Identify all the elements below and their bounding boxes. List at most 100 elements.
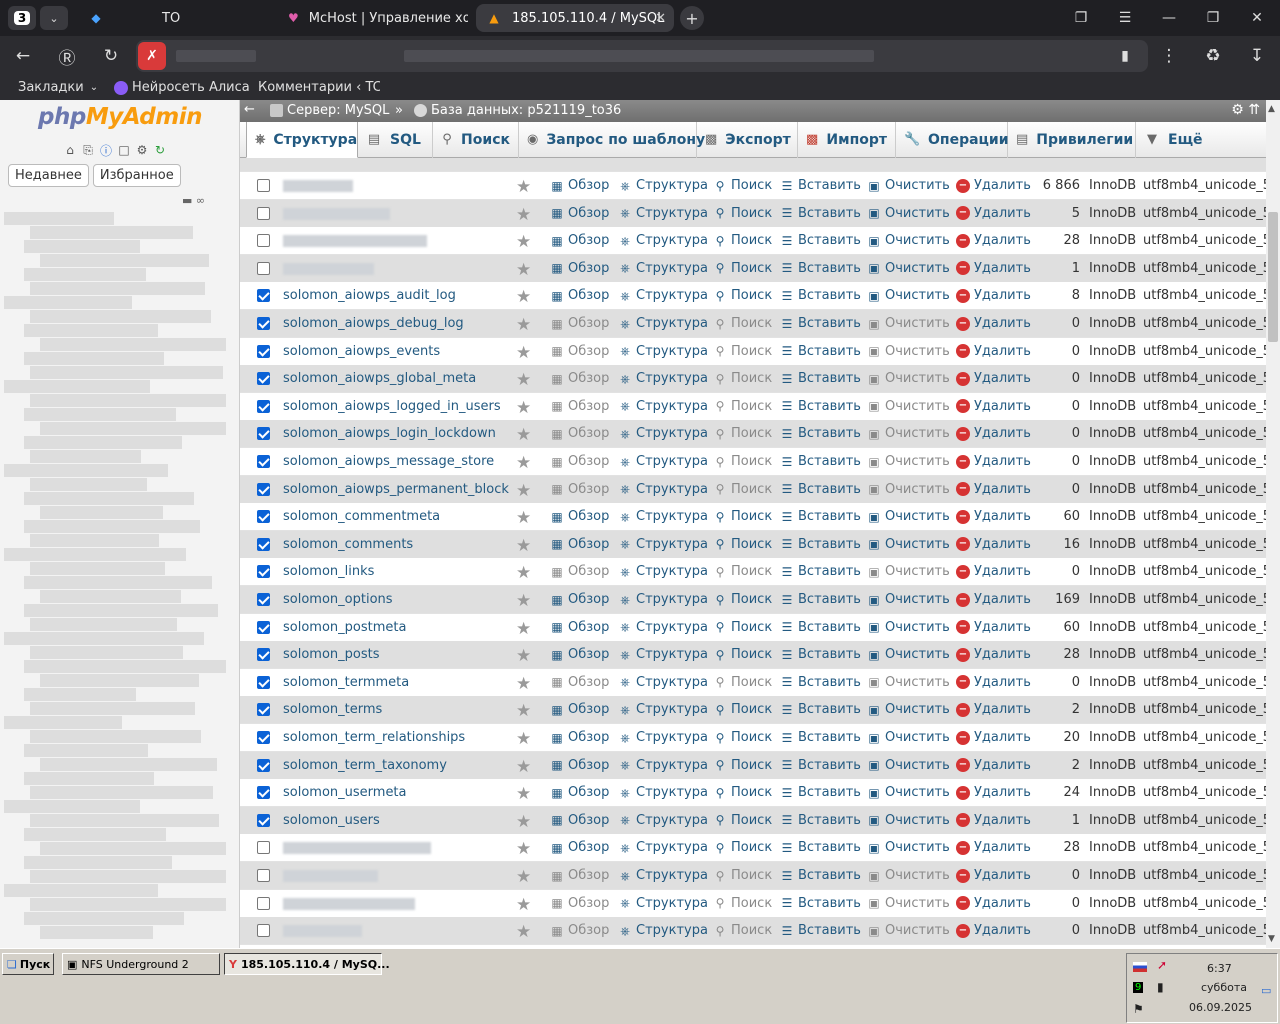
structure-action[interactable]: ⎈ Структура xyxy=(618,730,708,745)
favorite-star-icon[interactable]: ★ xyxy=(516,508,531,528)
close-window-icon[interactable]: ✕ xyxy=(1242,6,1272,30)
empty-action[interactable]: ▣ Очистить xyxy=(867,592,949,607)
favorites-button[interactable]: Избранное xyxy=(92,164,181,187)
favorite-star-icon[interactable]: ★ xyxy=(516,232,531,252)
browse-action[interactable]: ▦ Обзор xyxy=(550,454,609,469)
browse-action[interactable]: ▦ Обзор xyxy=(550,813,609,828)
favorite-star-icon[interactable]: ★ xyxy=(516,343,531,363)
structure-action[interactable]: ⎈ Структура xyxy=(618,896,708,911)
search-action[interactable]: ⚲ Поиск xyxy=(713,868,773,883)
structure-action[interactable]: ⎈ Структура xyxy=(618,537,708,552)
drop-action[interactable]: − Удалить xyxy=(956,426,1031,441)
language-flag-icon[interactable] xyxy=(1133,962,1147,972)
table-name[interactable]: solomon_term_relationships xyxy=(283,730,465,745)
search-action[interactable]: ⚲ Поиск xyxy=(713,178,773,193)
browse-action[interactable]: ▦ Обзор xyxy=(550,509,609,524)
favorite-star-icon[interactable]: ★ xyxy=(516,370,531,390)
drop-action[interactable]: − Удалить xyxy=(956,840,1031,855)
search-action[interactable]: ⚲ Поиск xyxy=(713,233,773,248)
favorite-star-icon[interactable]: ★ xyxy=(516,867,531,887)
taskbar-window-browser[interactable]: Y 185.105.110.4 / MySQ... xyxy=(224,953,390,975)
table-name[interactable] xyxy=(283,262,374,275)
browse-action[interactable]: ▦ Обзор xyxy=(550,178,609,193)
insert-action[interactable]: ☰ Вставить xyxy=(780,206,861,221)
table-name[interactable]: solomon_users xyxy=(283,813,380,828)
insert-action[interactable]: ☰ Вставить xyxy=(780,344,861,359)
breadcrumb-server[interactable]: Сервер: MySQL xyxy=(270,103,389,118)
new-tab-button[interactable]: + xyxy=(680,6,704,30)
table-checkbox[interactable] xyxy=(257,786,270,800)
empty-action[interactable]: ▣ Очистить xyxy=(867,316,949,331)
table-name[interactable]: solomon_aiowps_logged_in_users xyxy=(283,399,501,414)
browse-action[interactable]: ▦ Обзор xyxy=(550,923,609,938)
drop-action[interactable]: − Удалить xyxy=(956,620,1031,635)
drop-action[interactable]: − Удалить xyxy=(956,758,1031,773)
scrollbar-thumb[interactable] xyxy=(1268,212,1278,342)
network-icon[interactable]: 9 xyxy=(1133,982,1144,993)
app-tray-icon[interactable]: ➚ xyxy=(1157,958,1167,972)
tab-operations[interactable]: 🔧 Операции xyxy=(896,122,1009,158)
tab-query[interactable]: ◉ Запрос по шаблону xyxy=(519,122,705,158)
table-checkbox[interactable] xyxy=(257,537,270,551)
structure-action[interactable]: ⎈ Структура xyxy=(618,509,708,524)
structure-action[interactable]: ⎈ Структура xyxy=(618,564,708,579)
search-action[interactable]: ⚲ Поиск xyxy=(713,399,773,414)
download-icon[interactable]: ↧ xyxy=(1244,44,1270,68)
menu-icon[interactable]: ☰ xyxy=(1110,6,1140,30)
insert-action[interactable]: ☰ Вставить xyxy=(780,288,861,303)
search-action[interactable]: ⚲ Поиск xyxy=(713,592,773,607)
favorite-star-icon[interactable]: ★ xyxy=(516,646,531,666)
table-checkbox[interactable] xyxy=(257,565,270,579)
table-name[interactable] xyxy=(283,925,362,938)
empty-action[interactable]: ▣ Очистить xyxy=(867,537,949,552)
table-checkbox[interactable] xyxy=(257,372,270,386)
structure-action[interactable]: ⎈ Структура xyxy=(618,426,708,441)
empty-action[interactable]: ▣ Очистить xyxy=(867,288,949,303)
empty-action[interactable]: ▣ Очистить xyxy=(867,206,949,221)
insert-action[interactable]: ☰ Вставить xyxy=(780,316,861,331)
insert-action[interactable]: ☰ Вставить xyxy=(780,868,861,883)
drop-action[interactable]: − Удалить xyxy=(956,537,1031,552)
table-checkbox[interactable] xyxy=(257,593,270,606)
browse-action[interactable]: ▦ Обзор xyxy=(550,730,609,745)
tab-count-button[interactable]: 3 xyxy=(8,6,36,30)
drop-action[interactable]: − Удалить xyxy=(956,868,1031,883)
monitor-icon[interactable]: ▭ xyxy=(1261,984,1271,997)
table-name[interactable] xyxy=(283,235,427,248)
favorite-star-icon[interactable]: ★ xyxy=(516,619,531,639)
insert-action[interactable]: ☰ Вставить xyxy=(780,454,861,469)
structure-action[interactable]: ⎈ Структура xyxy=(618,840,708,855)
drop-action[interactable]: − Удалить xyxy=(956,454,1031,469)
browse-action[interactable]: ▦ Обзор xyxy=(550,261,609,276)
search-action[interactable]: ⚲ Поиск xyxy=(713,316,773,331)
search-action[interactable]: ⚲ Поиск xyxy=(713,288,773,303)
security-warning-icon[interactable]: ✗ xyxy=(138,42,166,70)
tab-sql[interactable]: ▤ SQL xyxy=(358,122,433,158)
tabs-dropdown-icon[interactable]: ⌄ xyxy=(40,6,68,30)
taskbar-window-nfs[interactable]: ▣ NFS Underground 2 xyxy=(62,953,220,975)
insert-action[interactable]: ☰ Вставить xyxy=(780,923,861,938)
insert-action[interactable]: ☰ Вставить xyxy=(780,896,861,911)
browse-action[interactable]: ▦ Обзор xyxy=(550,233,609,248)
browse-action[interactable]: ▦ Обзор xyxy=(550,647,609,662)
insert-action[interactable]: ☰ Вставить xyxy=(780,482,861,497)
insert-action[interactable]: ☰ Вставить xyxy=(780,840,861,855)
bookmark-comments[interactable]: Комментарии ‹ TC xyxy=(254,80,380,95)
favorite-star-icon[interactable]: ★ xyxy=(516,425,531,445)
table-name[interactable]: solomon_aiowps_message_store xyxy=(283,454,494,469)
table-name[interactable]: solomon_posts xyxy=(283,647,380,662)
tab-to[interactable]: ◆ ТО xyxy=(78,4,268,32)
search-action[interactable]: ⚲ Поиск xyxy=(713,730,773,745)
table-checkbox[interactable] xyxy=(257,731,270,744)
table-checkbox[interactable] xyxy=(257,758,270,772)
insert-action[interactable]: ☰ Вставить xyxy=(780,620,861,635)
collapse-link-icon[interactable]: ▬ ∞ xyxy=(182,194,205,207)
table-name[interactable]: solomon_aiowps_permanent_block xyxy=(283,482,509,497)
browse-action[interactable]: ▦ Обзор xyxy=(550,288,609,303)
structure-action[interactable]: ⎈ Структура xyxy=(618,647,708,662)
drop-action[interactable]: − Удалить xyxy=(956,178,1031,193)
empty-action[interactable]: ▣ Очистить xyxy=(867,399,949,414)
table-checkbox[interactable] xyxy=(257,455,270,468)
empty-action[interactable]: ▣ Очистить xyxy=(867,923,949,938)
tab-more[interactable]: ▼ Ещё xyxy=(1136,122,1216,158)
